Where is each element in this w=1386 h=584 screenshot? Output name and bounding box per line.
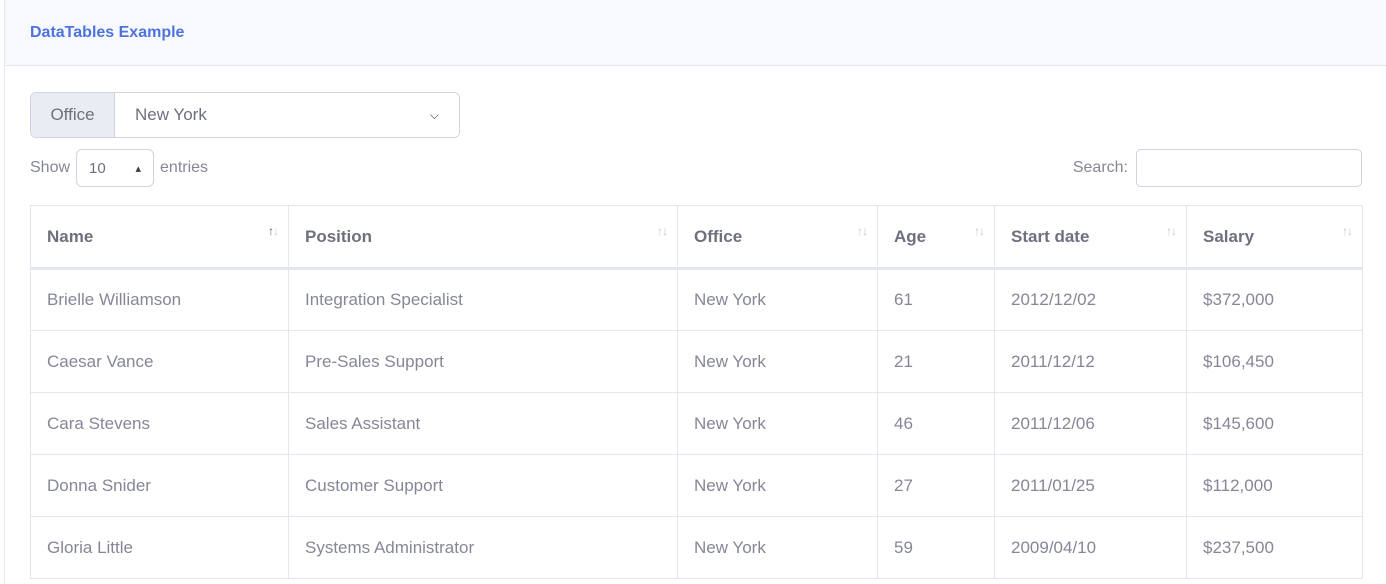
column-header-start-date[interactable]: Start date ↑↓: [994, 205, 1187, 270]
table-cell: New York: [677, 268, 878, 331]
table-row: Gloria Little Systems Administrator New Yo…: [30, 516, 1363, 579]
table-cell: Integration Specialist: [288, 268, 678, 331]
table-cell: 46: [877, 392, 995, 455]
column-header-age[interactable]: Age ↑↓: [877, 205, 995, 270]
table-cell: 2012/12/02: [994, 268, 1187, 331]
search-label: Search:: [1072, 159, 1128, 176]
table-cell: Customer Support: [288, 454, 678, 517]
entries-length-control: Show 10 ▴ entries: [30, 149, 208, 187]
table-cell: 59: [877, 516, 995, 579]
column-header-label: Name: [47, 226, 94, 246]
table-cell: Sales Assistant: [288, 392, 678, 455]
search-control: Search:: [1073, 149, 1362, 187]
table-body: Brielle Williamson Integration Specialist…: [30, 268, 1363, 579]
table-cell: Pre-Sales Support: [288, 330, 678, 393]
table-cell: New York: [677, 392, 878, 455]
sort-arrows-icon: ↑↓: [657, 224, 668, 238]
table-cell: New York: [677, 454, 878, 517]
table-cell: 2009/04/10: [994, 516, 1187, 579]
sort-arrows-icon: ↑↓: [974, 224, 985, 238]
column-header-office[interactable]: Office ↑↓: [677, 205, 878, 270]
entries-label: entries: [160, 159, 209, 176]
column-header-label: Position: [305, 226, 373, 246]
table-cell: $237,500: [1186, 516, 1363, 579]
search-input[interactable]: [1136, 149, 1362, 187]
table-cell: 2011/01/25: [994, 454, 1187, 517]
table-header-row: Name ↑↓ Position ↑↓ Office ↑↓ Age ↑↓ Start date ↑…: [30, 205, 1363, 270]
table-cell: 61: [877, 268, 995, 331]
card-title: DataTables Example: [30, 23, 185, 41]
data-table: Name ↑↓ Position ↑↓ Office ↑↓ Age ↑↓ Start date ↑…: [30, 205, 1363, 579]
table-row: Brielle Williamson Integration Specialist…: [30, 268, 1363, 331]
office-filter: Office New York ⌵: [30, 92, 460, 138]
updown-arrows-icon: ▴: [135, 162, 142, 175]
table-row: Caesar Vance Pre-Sales Support New York 21 2…: [30, 330, 1363, 393]
entries-select-value: 10: [89, 159, 106, 177]
entries-select[interactable]: 10 ▴: [76, 149, 155, 187]
column-header-label: Age: [894, 226, 927, 246]
sort-arrows-icon: ↑↓: [857, 224, 868, 238]
table-cell: $112,000: [1186, 454, 1363, 517]
table-cell: 2011/12/06: [994, 392, 1187, 455]
sort-arrows-icon: ↑↓: [1342, 224, 1353, 238]
table-cell: Systems Administrator: [288, 516, 678, 579]
table-cell: 21: [877, 330, 995, 393]
table-cell: $145,600: [1186, 392, 1363, 455]
column-header-label: Start date: [1011, 226, 1090, 246]
table-cell: Donna Snider: [30, 454, 289, 517]
table-cell: $372,000: [1186, 268, 1363, 331]
table-cell: Caesar Vance: [30, 330, 289, 393]
table-cell: Brielle Williamson: [30, 268, 289, 331]
column-header-name[interactable]: Name ↑↓: [30, 205, 289, 270]
datatable-card: DataTables Example Office New York ⌵ Sho…: [4, 0, 1386, 584]
office-filter-label: Office: [31, 93, 115, 137]
column-header-label: Salary: [1203, 226, 1255, 246]
show-label: Show: [30, 159, 71, 176]
office-select[interactable]: New York ⌵: [115, 93, 459, 137]
column-header-salary[interactable]: Salary ↑↓: [1186, 205, 1363, 270]
card-header: DataTables Example: [5, 0, 1386, 66]
table-row: Cara Stevens Sales Assistant New York 46 201…: [30, 392, 1363, 455]
table-cell: Gloria Little: [30, 516, 289, 579]
column-header-label: Office: [694, 226, 743, 246]
table-cell: $106,450: [1186, 330, 1363, 393]
column-header-position[interactable]: Position ↑↓: [288, 205, 678, 270]
table-cell: Cara Stevens: [30, 392, 289, 455]
table-cell: 2011/12/12: [994, 330, 1187, 393]
sort-arrows-icon: ↑↓: [268, 224, 279, 238]
sort-arrows-icon: ↑↓: [1166, 224, 1177, 238]
table-cell: New York: [677, 330, 878, 393]
office-select-value: New York: [135, 105, 207, 124]
table-cell: New York: [677, 516, 878, 579]
table-cell: 27: [877, 454, 995, 517]
table-row: Donna Snider Customer Support New York 27 20…: [30, 454, 1363, 517]
chevron-down-icon: ⌵: [429, 107, 439, 122]
